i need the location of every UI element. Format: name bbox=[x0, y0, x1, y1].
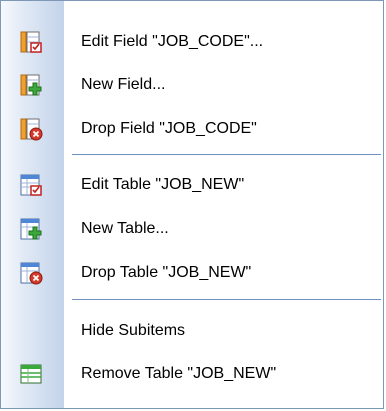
edit-field-icon bbox=[19, 30, 43, 54]
new-field-icon bbox=[19, 73, 43, 97]
menu-item-remove-table[interactable]: Remove Table "JOB_NEW" bbox=[1, 353, 383, 395]
menu-item-label: Hide Subitems bbox=[81, 322, 186, 339]
drop-table-icon bbox=[19, 261, 43, 285]
menu-item-label: New Table... bbox=[81, 220, 169, 237]
menu-item-drop-table[interactable]: Drop Table "JOB_NEW" bbox=[1, 252, 383, 294]
drop-field-icon bbox=[19, 117, 43, 141]
menu-item-edit-table[interactable]: Edit Table "JOB_NEW" bbox=[1, 164, 383, 206]
new-table-icon bbox=[19, 217, 43, 241]
menu-item-label: Drop Table "JOB_NEW" bbox=[81, 264, 252, 281]
menu-item-label: New Field... bbox=[81, 76, 166, 93]
remove-table-icon bbox=[19, 362, 43, 386]
edit-table-icon bbox=[19, 173, 43, 197]
menu-item-new-field[interactable]: New Field... bbox=[1, 64, 383, 106]
menu-item-edit-field[interactable]: Edit Field "JOB_CODE"... bbox=[1, 21, 383, 63]
context-menu: Edit Field "JOB_CODE"... New Field... Dr… bbox=[0, 0, 384, 409]
menu-separator bbox=[72, 299, 381, 300]
menu-item-label: Remove Table "JOB_NEW" bbox=[81, 365, 277, 382]
menu-item-hide-subitems[interactable]: Hide Subitems bbox=[1, 310, 383, 352]
menu-item-label: Drop Field "JOB_CODE" bbox=[81, 120, 257, 137]
menu-item-label: Edit Field "JOB_CODE"... bbox=[81, 33, 264, 50]
menu-separator bbox=[72, 154, 381, 155]
menu-item-drop-field[interactable]: Drop Field "JOB_CODE" bbox=[1, 108, 383, 150]
menu-item-label: Edit Table "JOB_NEW" bbox=[81, 176, 245, 193]
menu-item-new-table[interactable]: New Table... bbox=[1, 208, 383, 250]
